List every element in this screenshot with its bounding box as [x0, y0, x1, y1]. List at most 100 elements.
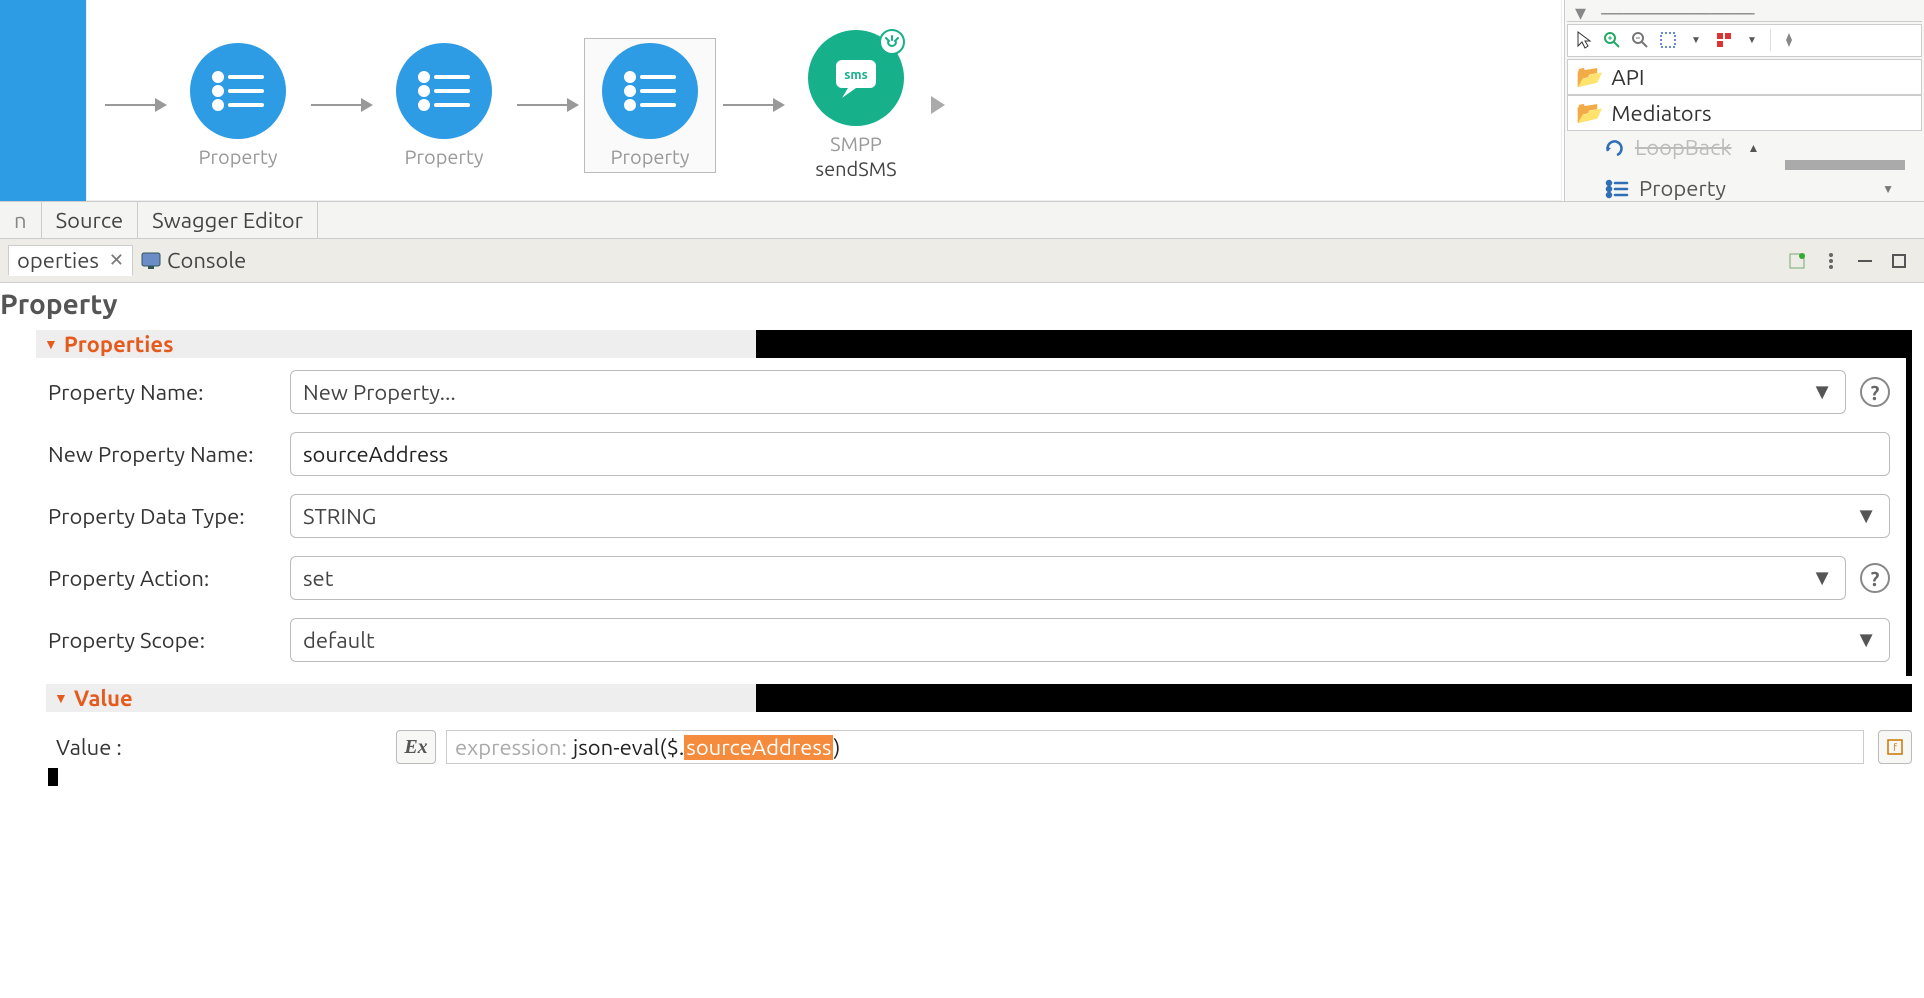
- dropdown-value: New Property...: [303, 380, 456, 405]
- redaction-bar: [756, 684, 1912, 712]
- properties-panel-title: Property: [0, 287, 1924, 330]
- cursor-icon[interactable]: [1574, 30, 1594, 50]
- help-icon[interactable]: ?: [1860, 377, 1890, 407]
- property-list-icon: [1605, 179, 1629, 199]
- dropdown-property-scope[interactable]: default ▼: [290, 618, 1890, 662]
- tab-swagger-editor[interactable]: Swagger Editor: [138, 202, 318, 238]
- folder-icon: 📂: [1576, 64, 1603, 90]
- palette-toolbar: ▼ ▼: [1567, 24, 1922, 57]
- folder-icon: 📂: [1576, 100, 1603, 126]
- section-header-label: Value: [74, 686, 133, 711]
- scroll-down-caret-icon[interactable]: ▼: [1882, 182, 1894, 196]
- expression-prefix: expression:: [455, 735, 567, 760]
- palette-folder-api[interactable]: 📂 API: [1567, 59, 1922, 95]
- property-icon: [602, 43, 698, 139]
- palette-item-label: Property: [1639, 176, 1726, 201]
- dropdown-arrow-icon[interactable]: ▼: [1686, 30, 1706, 50]
- node-label: SMPP: [830, 132, 882, 155]
- help-icon[interactable]: ?: [1860, 563, 1890, 593]
- zoom-out-icon[interactable]: [1630, 30, 1650, 50]
- palette-scrollbar[interactable]: [1785, 160, 1905, 170]
- dropdown-arrow-icon[interactable]: ▼: [1742, 30, 1762, 50]
- redaction-bar-side: [1906, 344, 1912, 676]
- properties-panel: Property ▼ Properties Property Name: New…: [0, 283, 1924, 786]
- dropdown-property-action[interactable]: set ▼: [290, 556, 1846, 600]
- palette-tool-icon[interactable]: [1714, 30, 1734, 50]
- tab-source[interactable]: Source: [42, 202, 139, 238]
- label-new-property-name: New Property Name:: [48, 442, 276, 467]
- svg-text:sms: sms: [844, 68, 867, 82]
- label-value: Value :: [56, 735, 386, 760]
- palette-item-loopback-obscured[interactable]: LoopBack ▲: [1605, 135, 1914, 160]
- dropdown-value: set: [303, 566, 333, 591]
- chevron-down-icon: ▼: [1811, 379, 1833, 405]
- palette-item-property[interactable]: Property ▼: [1605, 176, 1914, 201]
- view-tab-label: operties: [17, 248, 99, 273]
- editor-tab-strip: n Source Swagger Editor: [0, 201, 1924, 239]
- palette-title-cut: ▾ ———————: [1567, 0, 1922, 22]
- expression-toggle-button[interactable]: Ex: [396, 730, 436, 764]
- view-tab-console[interactable]: Console: [133, 246, 254, 275]
- flow-arrow: [105, 104, 165, 106]
- section-header-properties[interactable]: ▼ Properties: [36, 330, 756, 358]
- property-icon: [190, 43, 286, 139]
- flow-arrow: [723, 104, 783, 106]
- flow-arrow: [311, 104, 371, 106]
- close-icon[interactable]: ✕: [109, 250, 124, 271]
- node-label: Property: [610, 145, 689, 168]
- node-sublabel: sendSMS: [815, 157, 896, 180]
- property-icon: [396, 43, 492, 139]
- tab-design-truncated[interactable]: n: [0, 202, 42, 238]
- view-tab-properties[interactable]: operties ✕: [8, 245, 133, 276]
- chevron-down-icon: ▼: [1811, 565, 1833, 591]
- label-property-name: Property Name:: [48, 380, 276, 405]
- flow-arrow: [517, 104, 577, 106]
- palette-folder-label: API: [1611, 65, 1644, 90]
- zoom-in-icon[interactable]: [1602, 30, 1622, 50]
- node-label: Property: [404, 145, 483, 168]
- views-bar: operties ✕ Console: [0, 239, 1924, 283]
- section-header-label: Properties: [64, 332, 174, 357]
- label-property-action: Property Action:: [48, 566, 276, 591]
- minimize-icon[interactable]: [1854, 250, 1876, 272]
- console-icon: [141, 252, 161, 270]
- palette-folder-mediators[interactable]: 📂 Mediators: [1567, 95, 1922, 131]
- canvas-node-property-3-selected[interactable]: Property: [585, 39, 715, 172]
- canvas-node-property-1[interactable]: Property: [173, 43, 303, 168]
- palette-panel: ▾ ——————— ▼ ▼ 📂 API 📂 Mediators LoopBack…: [1564, 0, 1924, 201]
- canvas-node-smpp[interactable]: sms SMPP sendSMS: [791, 30, 921, 180]
- view-tab-label: Console: [167, 248, 246, 273]
- mediation-canvas[interactable]: Property Property Property: [86, 0, 1562, 201]
- redaction-bar-small: [48, 768, 58, 786]
- sequence-start-bar: [0, 0, 86, 201]
- section-header-value[interactable]: ▼ Value: [46, 684, 756, 712]
- separator: [1770, 29, 1771, 51]
- input-new-property-name[interactable]: [290, 432, 1890, 476]
- pin-view-icon[interactable]: [1786, 250, 1808, 272]
- collapse-triangle-icon: ▼: [44, 336, 58, 352]
- redaction-bar: [756, 330, 1912, 358]
- dropdown-value: default: [303, 628, 375, 653]
- view-menu-icon[interactable]: [1820, 250, 1842, 272]
- sequence-end-marker: [931, 96, 945, 114]
- chevron-down-icon: ▼: [1855, 503, 1877, 529]
- chevron-down-icon: ▼: [1855, 627, 1877, 653]
- dropdown-property-name[interactable]: New Property... ▼: [290, 370, 1846, 414]
- loopback-icon: [1605, 139, 1627, 157]
- label-property-data-type: Property Data Type:: [48, 504, 276, 529]
- dropdown-property-data-type[interactable]: STRING ▼: [290, 494, 1890, 538]
- marquee-icon[interactable]: [1658, 30, 1678, 50]
- expression-text-before: json-eval($.: [573, 735, 684, 760]
- collapse-triangle-icon: ▼: [54, 690, 68, 706]
- scroll-up-caret-icon[interactable]: ▲: [1747, 141, 1759, 155]
- svg-text:f: f: [1893, 742, 1897, 753]
- canvas-node-property-2[interactable]: Property: [379, 43, 509, 168]
- smpp-connector-icon: sms: [808, 30, 904, 126]
- expression-editor-button[interactable]: f: [1878, 730, 1912, 764]
- expression-highlight: sourceAddress: [684, 735, 833, 760]
- input-value-expression[interactable]: expression: json-eval($.sourceAddress): [446, 730, 1864, 764]
- dropdown-value: STRING: [303, 504, 376, 529]
- maximize-icon[interactable]: [1888, 250, 1910, 272]
- expression-text-after: ): [833, 735, 840, 760]
- compass-icon[interactable]: [1779, 30, 1799, 50]
